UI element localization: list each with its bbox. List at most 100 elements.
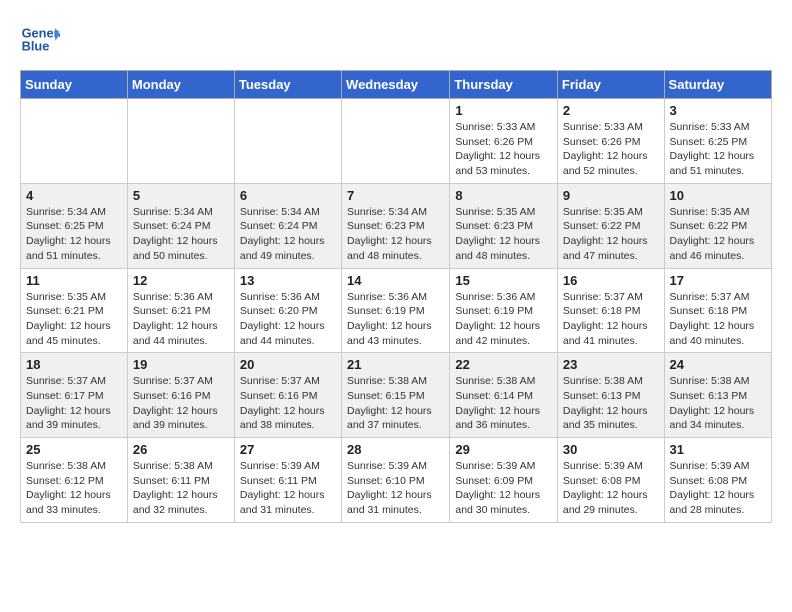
day-info: Sunrise: 5:38 AM Sunset: 6:14 PM Dayligh… (455, 374, 552, 433)
day-cell: 20 Sunrise: 5:37 AM Sunset: 6:16 PM Dayli… (234, 353, 341, 438)
day-cell (234, 99, 341, 184)
day-info: Sunrise: 5:37 AM Sunset: 6:18 PM Dayligh… (563, 290, 659, 349)
day-info: Sunrise: 5:35 AM Sunset: 6:22 PM Dayligh… (670, 205, 766, 264)
day-number: 22 (455, 357, 552, 372)
day-info: Sunrise: 5:36 AM Sunset: 6:20 PM Dayligh… (240, 290, 336, 349)
day-number: 4 (26, 188, 122, 203)
day-cell: 25Sunrise: 5:38 AM Sunset: 6:12 PM Dayli… (21, 438, 128, 523)
day-cell: 29Sunrise: 5:39 AM Sunset: 6:09 PM Dayli… (450, 438, 558, 523)
day-cell: 17Sunrise: 5:37 AM Sunset: 6:18 PM Dayli… (664, 268, 771, 353)
day-number: 21 (347, 357, 444, 372)
day-info: Sunrise: 5:39 AM Sunset: 6:10 PM Dayligh… (347, 459, 444, 518)
day-cell: 23 Sunrise: 5:38 AM Sunset: 6:13 PM Dayli… (557, 353, 664, 438)
day-info: Sunrise: 5:34 AM Sunset: 6:24 PM Dayligh… (240, 205, 336, 264)
day-number: 30 (563, 442, 659, 457)
weekday-header-tuesday: Tuesday (234, 71, 341, 99)
day-info: Sunrise: 5:36 AM Sunset: 6:19 PM Dayligh… (455, 290, 552, 349)
weekday-header-sunday: Sunday (21, 71, 128, 99)
day-info: Sunrise: 5:38 AM Sunset: 6:13 PM Dayligh… (563, 374, 659, 433)
week-row-5: 25Sunrise: 5:38 AM Sunset: 6:12 PM Dayli… (21, 438, 772, 523)
page-header: General Blue (20, 20, 772, 60)
day-number: 11 (26, 273, 122, 288)
svg-text:Blue: Blue (22, 38, 50, 53)
day-cell: 21 Sunrise: 5:38 AM Sunset: 6:15 PM Dayli… (342, 353, 450, 438)
day-cell: 5 Sunrise: 5:34 AM Sunset: 6:24 PM Daylig… (127, 183, 234, 268)
day-number: 19 (133, 357, 229, 372)
day-number: 27 (240, 442, 336, 457)
day-info: Sunrise: 5:33 AM Sunset: 6:26 PM Dayligh… (563, 120, 659, 179)
calendar-body: 1Sunrise: 5:33 AM Sunset: 6:26 PM Daylig… (21, 99, 772, 523)
day-info: Sunrise: 5:33 AM Sunset: 6:25 PM Dayligh… (670, 120, 766, 179)
day-cell: 18Sunrise: 5:37 AM Sunset: 6:17 PM Dayli… (21, 353, 128, 438)
day-number: 5 (133, 188, 229, 203)
day-cell: 7Sunrise: 5:34 AM Sunset: 6:23 PM Daylig… (342, 183, 450, 268)
day-number: 12 (133, 273, 229, 288)
calendar-table: SundayMondayTuesdayWednesdayThursdayFrid… (20, 70, 772, 523)
day-number: 31 (670, 442, 766, 457)
day-info: Sunrise: 5:38 AM Sunset: 6:13 PM Dayligh… (670, 374, 766, 433)
weekday-header-saturday: Saturday (664, 71, 771, 99)
day-number: 9 (563, 188, 659, 203)
day-info: Sunrise: 5:38 AM Sunset: 6:12 PM Dayligh… (26, 459, 122, 518)
day-number: 13 (240, 273, 336, 288)
day-info: Sunrise: 5:39 AM Sunset: 6:09 PM Dayligh… (455, 459, 552, 518)
day-number: 8 (455, 188, 552, 203)
weekday-header-monday: Monday (127, 71, 234, 99)
day-cell: 13 Sunrise: 5:36 AM Sunset: 6:20 PM Dayli… (234, 268, 341, 353)
day-cell (342, 99, 450, 184)
day-number: 6 (240, 188, 336, 203)
weekday-header-friday: Friday (557, 71, 664, 99)
day-cell: 16Sunrise: 5:37 AM Sunset: 6:18 PM Dayli… (557, 268, 664, 353)
day-cell: 10 Sunrise: 5:35 AM Sunset: 6:22 PM Dayli… (664, 183, 771, 268)
weekday-header-thursday: Thursday (450, 71, 558, 99)
week-row-3: 11 Sunrise: 5:35 AM Sunset: 6:21 PM Dayli… (21, 268, 772, 353)
day-cell (127, 99, 234, 184)
day-cell: 8 Sunrise: 5:35 AM Sunset: 6:23 PM Daylig… (450, 183, 558, 268)
day-number: 20 (240, 357, 336, 372)
week-row-4: 18Sunrise: 5:37 AM Sunset: 6:17 PM Dayli… (21, 353, 772, 438)
day-info: Sunrise: 5:37 AM Sunset: 6:16 PM Dayligh… (240, 374, 336, 433)
day-cell: 22 Sunrise: 5:38 AM Sunset: 6:14 PM Dayli… (450, 353, 558, 438)
day-info: Sunrise: 5:37 AM Sunset: 6:18 PM Dayligh… (670, 290, 766, 349)
week-row-1: 1Sunrise: 5:33 AM Sunset: 6:26 PM Daylig… (21, 99, 772, 184)
day-cell (21, 99, 128, 184)
logo: General Blue (20, 20, 60, 60)
calendar-header: SundayMondayTuesdayWednesdayThursdayFrid… (21, 71, 772, 99)
day-number: 7 (347, 188, 444, 203)
day-info: Sunrise: 5:33 AM Sunset: 6:26 PM Dayligh… (455, 120, 552, 179)
day-info: Sunrise: 5:34 AM Sunset: 6:25 PM Dayligh… (26, 205, 122, 264)
day-cell: 30Sunrise: 5:39 AM Sunset: 6:08 PM Dayli… (557, 438, 664, 523)
day-info: Sunrise: 5:36 AM Sunset: 6:21 PM Dayligh… (133, 290, 229, 349)
day-number: 26 (133, 442, 229, 457)
day-number: 14 (347, 273, 444, 288)
day-cell: 6 Sunrise: 5:34 AM Sunset: 6:24 PM Daylig… (234, 183, 341, 268)
day-cell: 24Sunrise: 5:38 AM Sunset: 6:13 PM Dayli… (664, 353, 771, 438)
day-info: Sunrise: 5:35 AM Sunset: 6:23 PM Dayligh… (455, 205, 552, 264)
day-number: 2 (563, 103, 659, 118)
day-cell: 19 Sunrise: 5:37 AM Sunset: 6:16 PM Dayli… (127, 353, 234, 438)
day-cell: 2 Sunrise: 5:33 AM Sunset: 6:26 PM Daylig… (557, 99, 664, 184)
day-cell: 27 Sunrise: 5:39 AM Sunset: 6:11 PM Dayli… (234, 438, 341, 523)
day-info: Sunrise: 5:39 AM Sunset: 6:11 PM Dayligh… (240, 459, 336, 518)
day-number: 15 (455, 273, 552, 288)
day-info: Sunrise: 5:35 AM Sunset: 6:22 PM Dayligh… (563, 205, 659, 264)
day-number: 3 (670, 103, 766, 118)
header-row: SundayMondayTuesdayWednesdayThursdayFrid… (21, 71, 772, 99)
day-number: 10 (670, 188, 766, 203)
day-info: Sunrise: 5:34 AM Sunset: 6:24 PM Dayligh… (133, 205, 229, 264)
day-info: Sunrise: 5:38 AM Sunset: 6:11 PM Dayligh… (133, 459, 229, 518)
day-number: 28 (347, 442, 444, 457)
day-cell: 14Sunrise: 5:36 AM Sunset: 6:19 PM Dayli… (342, 268, 450, 353)
day-info: Sunrise: 5:38 AM Sunset: 6:15 PM Dayligh… (347, 374, 444, 433)
day-info: Sunrise: 5:39 AM Sunset: 6:08 PM Dayligh… (670, 459, 766, 518)
day-cell: 15 Sunrise: 5:36 AM Sunset: 6:19 PM Dayli… (450, 268, 558, 353)
day-cell: 31 Sunrise: 5:39 AM Sunset: 6:08 PM Dayli… (664, 438, 771, 523)
week-row-2: 4 Sunrise: 5:34 AM Sunset: 6:25 PM Daylig… (21, 183, 772, 268)
day-info: Sunrise: 5:37 AM Sunset: 6:16 PM Dayligh… (133, 374, 229, 433)
day-cell: 28 Sunrise: 5:39 AM Sunset: 6:10 PM Dayli… (342, 438, 450, 523)
day-cell: 4 Sunrise: 5:34 AM Sunset: 6:25 PM Daylig… (21, 183, 128, 268)
day-cell: 26 Sunrise: 5:38 AM Sunset: 6:11 PM Dayli… (127, 438, 234, 523)
day-info: Sunrise: 5:35 AM Sunset: 6:21 PM Dayligh… (26, 290, 122, 349)
day-cell: 1Sunrise: 5:33 AM Sunset: 6:26 PM Daylig… (450, 99, 558, 184)
day-number: 23 (563, 357, 659, 372)
